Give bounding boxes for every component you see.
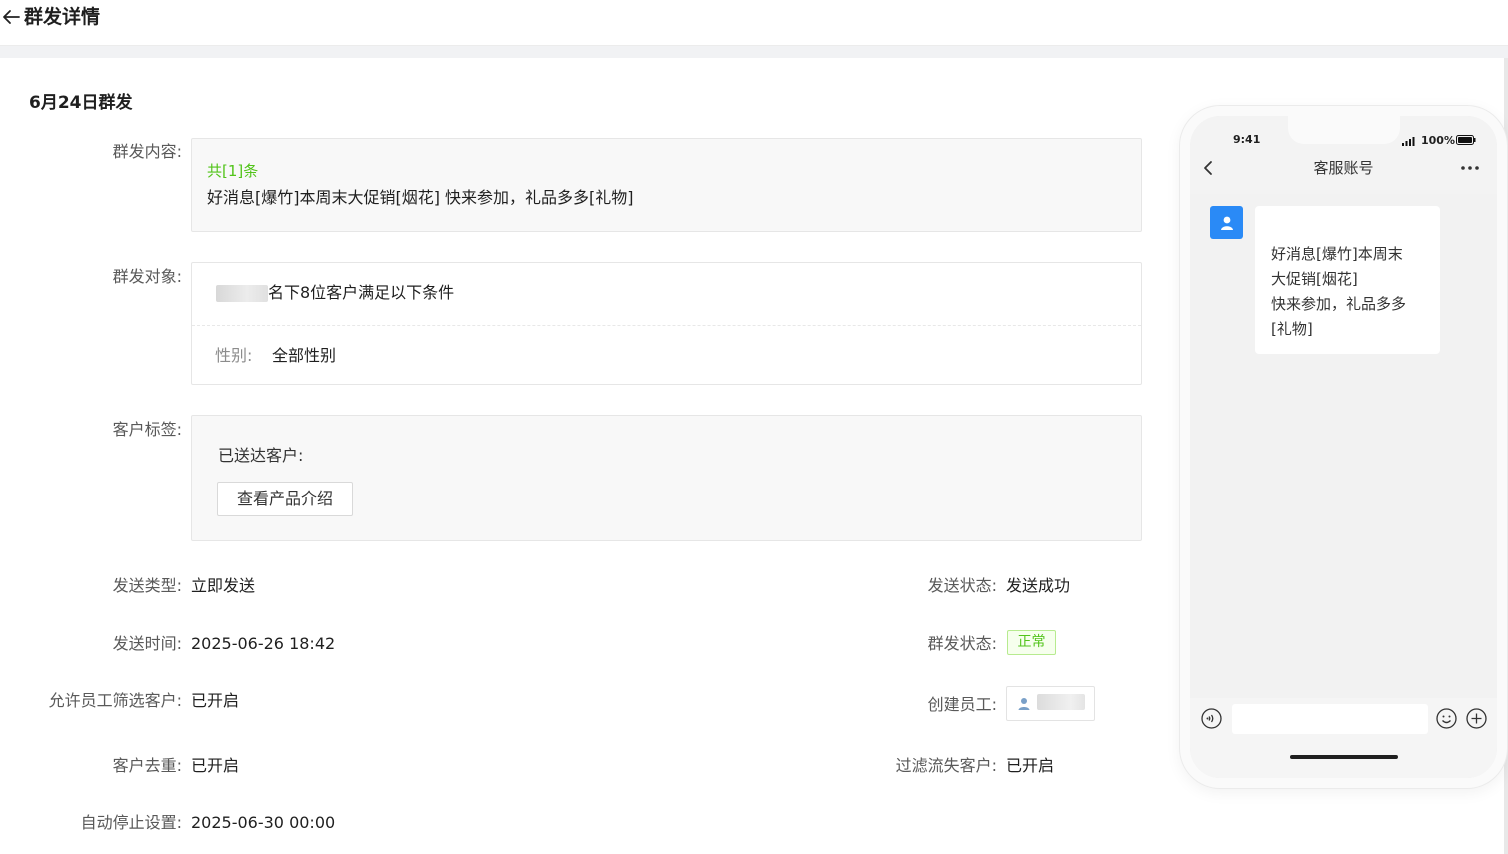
creator-chip (1006, 686, 1095, 721)
send-type-label: 发送类型: (112, 576, 182, 595)
status-time: 9:41 (1233, 133, 1261, 146)
phone-preview: 9:41 100% 客服账号 好消息[爆竹]本周末 大促销[烟花] 快来参加，礼… (1180, 106, 1507, 788)
signal-icon (1402, 137, 1415, 146)
chat-area: 好消息[爆竹]本周末 大促销[烟花] 快来参加，礼品多多 [礼物] (1190, 194, 1497, 698)
send-time-value: 2025-06-26 18:42 (191, 634, 336, 653)
auto-stop-label: 自动停止设置: (80, 813, 182, 832)
tags-label: 客户标签: (112, 420, 182, 439)
message-input[interactable] (1232, 704, 1428, 734)
target-condition-row: 名下8位客户满足以下条件 (192, 263, 1141, 326)
send-time-label: 发送时间: (112, 634, 182, 653)
filter-lost-value: 已开启 (1006, 756, 1055, 775)
product-intro-tag-button[interactable]: 查看产品介绍 (217, 482, 353, 516)
content-box: 共[1]条 好消息[爆竹]本周末大促销[烟花] 快来参加，礼品多多[礼物] (191, 138, 1142, 232)
top-bar: 群发详情 (0, 0, 1508, 46)
chat-title: 客服账号 (1313, 159, 1374, 177)
section-title: 6月24日群发 (29, 93, 133, 113)
battery-icon (1456, 135, 1476, 145)
gender-value: 全部性别 (272, 346, 337, 365)
dedupe-value: 已开启 (191, 756, 240, 775)
phone-screen: 9:41 100% 客服账号 好消息[爆竹]本周末 大促销[烟花] 快来参加，礼… (1190, 116, 1497, 778)
page-title: 群发详情 (24, 6, 101, 28)
target-box: 名下8位客户满足以下条件 性别: 全部性别 (191, 262, 1142, 385)
plus-icon[interactable] (1466, 708, 1487, 729)
emoji-icon[interactable] (1436, 708, 1457, 729)
content-count: 共[1]条 (207, 162, 259, 180)
header-divider (0, 46, 1508, 58)
creator-label: 创建员工: (927, 695, 997, 714)
chat-header: 9:41 100% 客服账号 (1190, 116, 1497, 194)
chat-input-bar (1190, 698, 1497, 778)
auto-stop-value: 2025-06-30 00:00 (191, 813, 336, 832)
sender-avatar (1210, 206, 1243, 239)
mass-status-badge: 正常 (1007, 630, 1056, 655)
send-status-value: 发送成功 (1006, 576, 1071, 595)
send-status-label: 发送状态: (927, 576, 997, 595)
content-text: 好消息[爆竹]本周末大促销[烟花] 快来参加，礼品多多[礼物] (207, 188, 634, 207)
person-icon (1220, 216, 1233, 230)
target-condition: 名下8位客户满足以下条件 (268, 283, 455, 302)
gender-label: 性别: (215, 346, 253, 365)
send-type-value: 立即发送 (191, 576, 256, 595)
blurred-employee-name (216, 285, 268, 302)
allow-filter-label: 允许员工筛选客户: (48, 691, 182, 710)
battery-percent: 100% (1421, 134, 1455, 147)
content-label: 群发内容: (112, 142, 182, 161)
person-icon (1018, 698, 1030, 710)
dedupe-label: 客户去重: (112, 756, 182, 775)
message-bubble: 好消息[爆竹]本周末 大促销[烟花] 快来参加，礼品多多 [礼物] (1255, 206, 1440, 354)
more-icon[interactable] (1460, 164, 1480, 172)
voice-icon[interactable] (1201, 708, 1222, 729)
tags-box: 已送达客户: 查看产品介绍 (191, 415, 1142, 541)
home-indicator (1290, 755, 1398, 759)
back-arrow-icon[interactable] (0, 4, 22, 30)
blurred-creator-name (1037, 694, 1085, 710)
filter-lost-label: 过滤流失客户: (895, 756, 997, 775)
sent-customers-label: 已送达客户: (218, 446, 304, 465)
allow-filter-value: 已开启 (191, 691, 240, 710)
mass-status-label: 群发状态: (927, 634, 997, 653)
target-label: 群发对象: (112, 267, 182, 286)
phone-notch (1288, 116, 1400, 144)
